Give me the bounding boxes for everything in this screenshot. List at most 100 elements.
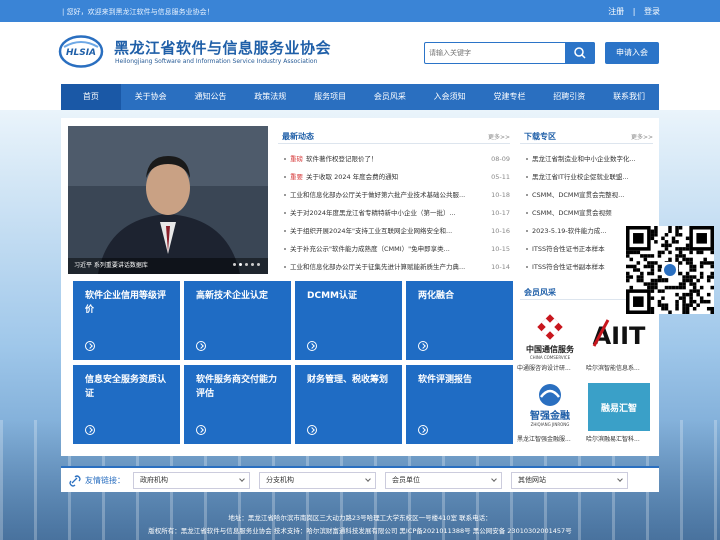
news-date: 10-17 bbox=[491, 209, 510, 217]
select-value: 其他网站 bbox=[518, 476, 546, 484]
bullet-icon bbox=[284, 212, 286, 214]
slide-dot[interactable] bbox=[239, 263, 242, 266]
register-link[interactable]: 注册 bbox=[608, 7, 624, 16]
service-tile[interactable]: 高新技术企业认定 bbox=[184, 281, 291, 360]
search-icon bbox=[574, 47, 586, 59]
service-tile-label: 高新技术企业认定 bbox=[196, 291, 269, 301]
login-link[interactable]: 登录 bbox=[644, 7, 660, 16]
org-name-cn[interactable]: 黑龙江省软件与信息服务业协会 bbox=[114, 37, 331, 58]
search-input[interactable] bbox=[429, 45, 561, 61]
slide-photo bbox=[68, 126, 268, 274]
slide-dot[interactable] bbox=[251, 263, 254, 266]
nav-item[interactable]: 关于协会 bbox=[121, 84, 181, 110]
service-tile-label: 软件评测报告 bbox=[418, 375, 473, 385]
news-item[interactable]: 关于组织开展2024年"支持工业互联网企业网络安全和... 10-16 bbox=[278, 222, 510, 240]
nav-item[interactable]: 首页 bbox=[61, 84, 121, 110]
news-date: 10-14 bbox=[491, 263, 510, 271]
svg-text:ZHIQIANG JINRONG: ZHIQIANG JINRONG bbox=[531, 422, 570, 427]
friend-link-select[interactable]: 政府机构 bbox=[133, 472, 250, 489]
download-text: CSMM、DCMM宣贯会视频 bbox=[532, 209, 612, 217]
arrow-circle-icon bbox=[85, 341, 95, 351]
chevron-down-icon bbox=[617, 476, 623, 482]
footer-copyright: 版权所有：黑龙江省软件与信息服务业协会 技术支持：哈尔滨财富通科技发展有限公司 … bbox=[148, 527, 572, 535]
search-box bbox=[424, 42, 595, 64]
slide-dot[interactable] bbox=[233, 263, 236, 266]
nav-item[interactable]: 招聘引资 bbox=[539, 84, 599, 110]
hlsia-logo-icon[interactable]: HLSIA bbox=[58, 35, 104, 68]
arrow-circle-icon bbox=[418, 341, 428, 351]
footer-address: 地址：黑龙江省哈尔滨市南岗区三大动力路23号哈理工大学东校区一号楼410室 联系… bbox=[228, 514, 492, 522]
select-value: 分支机构 bbox=[266, 476, 294, 484]
apply-join-button[interactable]: 申请入会 bbox=[605, 42, 659, 64]
nav-item[interactable]: 会员风采 bbox=[360, 84, 420, 110]
service-tile[interactable]: 两化融合 bbox=[406, 281, 513, 360]
news-text: 关于组织开展2024年"支持工业互联网企业网络安全和... bbox=[290, 222, 476, 240]
download-item[interactable]: 黑龙江省制造业和中小企业数字化... bbox=[520, 150, 653, 168]
slide-dot[interactable] bbox=[257, 263, 260, 266]
bullet-icon bbox=[284, 194, 286, 196]
service-tile[interactable]: 财务管理、税收筹划 bbox=[295, 365, 402, 444]
bullet-icon bbox=[284, 248, 286, 250]
member-card[interactable]: 中国通信服务 CHINA COMSERVICE 中通服咨询设计研... bbox=[517, 310, 583, 374]
nav-item[interactable]: 入会须知 bbox=[420, 84, 480, 110]
arrow-circle-icon bbox=[418, 425, 428, 435]
news-headline: 关于收取 2024 年度会费的通知 bbox=[306, 173, 399, 181]
download-item[interactable]: CSMM、DCMM宣贯会完整视... bbox=[520, 186, 653, 204]
friend-link-select[interactable]: 会员单位 bbox=[385, 472, 502, 489]
latest-news: 最新动态 更多>> 重磅 软件著作权登记限价了！ 08-09 重要 关于收取 2024 … bbox=[278, 128, 510, 276]
member-card[interactable]: 智强金融 ZHIQIANG JINRONG 黑龙江智强金融服... bbox=[517, 381, 583, 445]
chevron-down-icon bbox=[491, 476, 497, 482]
search-button[interactable] bbox=[565, 42, 595, 64]
service-tile[interactable]: DCMM认证 bbox=[295, 281, 402, 360]
news-item[interactable]: 重要 关于收取 2024 年度会费的通知 05-11 bbox=[278, 168, 510, 186]
service-tile[interactable]: 软件企业信用等级评价 bbox=[73, 281, 180, 360]
download-more-link[interactable]: 更多>> bbox=[631, 132, 653, 141]
service-tile-label: 软件企业信用等级评价 bbox=[85, 291, 167, 315]
news-date: 05-11 bbox=[491, 173, 510, 181]
news-date: 10-16 bbox=[491, 227, 510, 235]
member-card[interactable]: AIIT 哈尔滨智能信息系... bbox=[586, 310, 652, 374]
bullet-icon bbox=[526, 158, 528, 160]
news-text: 工业和信息化部办公厅关于征集先进计算赋能新质生产力典... bbox=[290, 258, 476, 276]
download-item[interactable]: 黑龙江省IT行业校企促就业联盟... bbox=[520, 168, 653, 186]
news-item[interactable]: 关于补充公示"软件能力成熟度（CMMI）"免申即享类... 10-15 bbox=[278, 240, 510, 258]
news-tag: 重要 bbox=[290, 173, 303, 181]
slide-dot[interactable] bbox=[245, 263, 248, 266]
news-date: 10-18 bbox=[491, 191, 510, 199]
friend-links-bar: 友情链接： 政府机构 分支机构 会员单位 其他网站 bbox=[61, 466, 659, 492]
svg-text:CHINA COMSERVICE: CHINA COMSERVICE bbox=[530, 355, 571, 360]
download-text: 黑龙江省制造业和中小企业数字化... bbox=[532, 155, 636, 163]
news-text: 重磅 软件著作权登记限价了！ bbox=[290, 150, 476, 168]
friend-link-select[interactable]: 分支机构 bbox=[259, 472, 376, 489]
news-tag: 重磅 bbox=[290, 155, 303, 163]
news-title: 最新动态 bbox=[282, 132, 314, 141]
aiit-logo-icon: AIIT bbox=[588, 316, 650, 350]
news-item[interactable]: 工业和信息化部办公厅关于征集先进计算赋能新质生产力典... 10-14 bbox=[278, 258, 510, 276]
news-headline: 软件著作权登记限价了！ bbox=[306, 155, 378, 163]
link-separator: | bbox=[632, 7, 636, 16]
news-item[interactable]: 重磅 软件著作权登记限价了！ 08-09 bbox=[278, 150, 510, 168]
news-more-link[interactable]: 更多>> bbox=[488, 132, 510, 141]
news-headline: 工业和信息化部办公厅关于征集先进计算赋能新质生产力典... bbox=[290, 263, 466, 271]
nav-item[interactable]: 党建专栏 bbox=[480, 84, 540, 110]
nav-item[interactable]: 联系我们 bbox=[599, 84, 659, 110]
friend-link-select[interactable]: 其他网站 bbox=[511, 472, 628, 489]
service-tile[interactable]: 信息安全服务资质认证 bbox=[73, 365, 180, 444]
service-tiles: 软件企业信用等级评价 高新技术企业认定 DCMM认证 两化融合 信息安全服务资质认证 软件… bbox=[73, 281, 513, 447]
site-footer: 地址：黑龙江省哈尔滨市南岗区三大动力路23号哈理工大学东校区一号楼410室 联系… bbox=[0, 508, 720, 540]
svg-text:融易汇智: 融易汇智 bbox=[601, 402, 637, 414]
nav-item[interactable]: 政策法规 bbox=[240, 84, 300, 110]
slide-dots bbox=[230, 260, 260, 268]
download-item[interactable]: CSMM、DCMM宣贯会视频 bbox=[520, 204, 653, 222]
news-item[interactable]: 工业和信息化部办公厅关于做好第六批产业技术基础公共服... 10-18 bbox=[278, 186, 510, 204]
member-card[interactable]: 融易汇智 哈尔滨融易汇智科... bbox=[586, 381, 652, 445]
news-item[interactable]: 关于对2024年度黑龙江省专精特新中小企业（第一批）... 10-17 bbox=[278, 204, 510, 222]
service-tile[interactable]: 软件评测报告 bbox=[406, 365, 513, 444]
service-tile[interactable]: 软件服务商交付能力评估 bbox=[184, 365, 291, 444]
nav-item[interactable]: 服务项目 bbox=[300, 84, 360, 110]
nav-item[interactable]: 通知公告 bbox=[181, 84, 241, 110]
chevron-down-icon bbox=[239, 476, 245, 482]
members-title: 会员风采 bbox=[524, 288, 556, 297]
news-slider[interactable]: 习近平 系列重要讲话数据库 bbox=[68, 126, 268, 274]
select-value: 会员单位 bbox=[392, 476, 420, 484]
